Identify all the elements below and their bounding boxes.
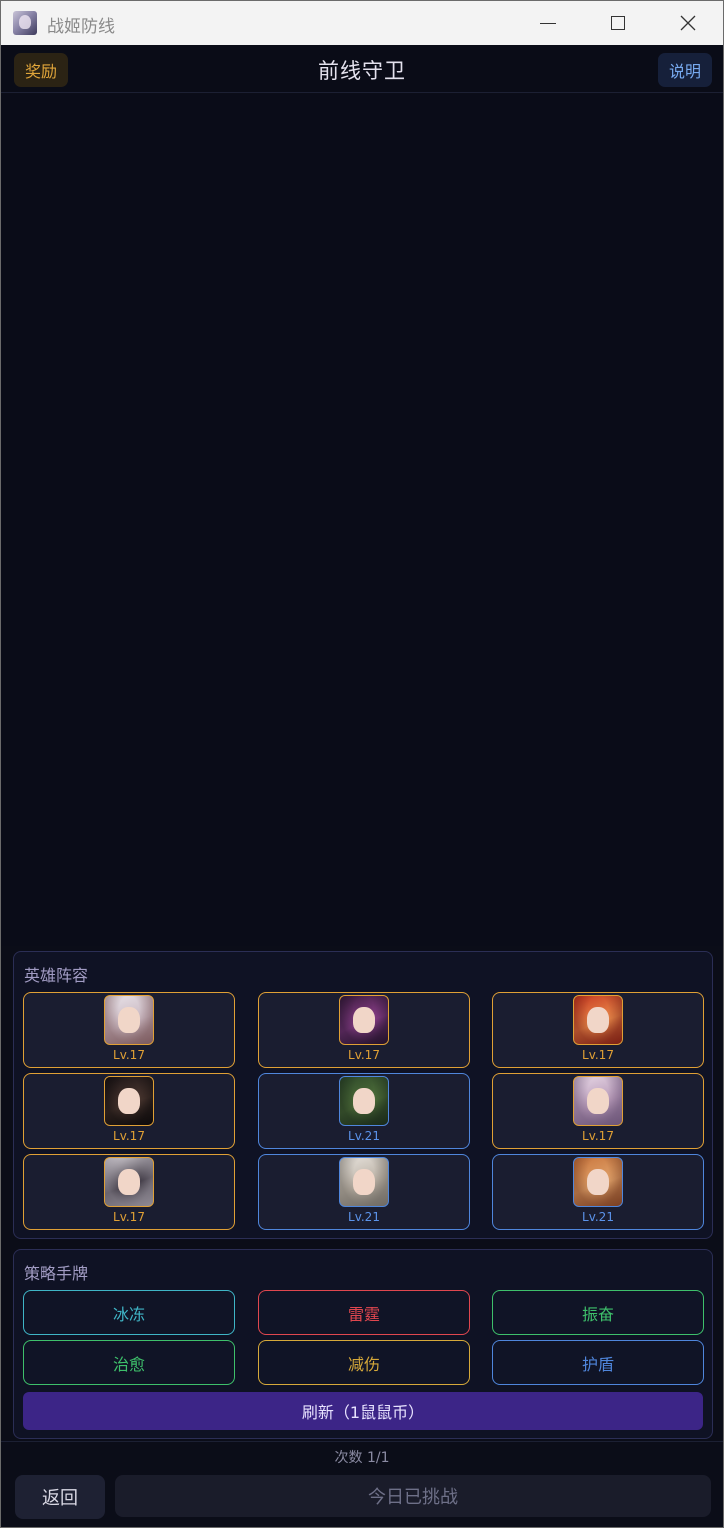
strategy-card[interactable]: 冰冻: [23, 1290, 235, 1335]
minimize-button[interactable]: [513, 1, 583, 45]
hero-slot[interactable]: Lv.21: [258, 1073, 470, 1149]
battlefield-area: [1, 94, 723, 946]
minimize-icon: [540, 22, 556, 24]
hero-slot[interactable]: Lv.17: [492, 992, 704, 1068]
hero-level: Lv.21: [348, 1210, 380, 1224]
app-avatar-icon: [13, 11, 37, 35]
hero-portrait: [339, 1076, 389, 1126]
app-window: 战姬防线 奖励 前线守卫 说明 英雄阵容 Lv.17 Lv.17 Lv.17 Lv.1…: [0, 0, 724, 1528]
refresh-button[interactable]: 刷新（1鼠鼠币）: [23, 1392, 703, 1430]
maximize-button[interactable]: [583, 1, 653, 45]
hero-portrait: [573, 995, 623, 1045]
hero-level: Lv.17: [582, 1048, 614, 1062]
close-icon: [680, 15, 696, 31]
back-button[interactable]: 返回: [15, 1475, 105, 1519]
hero-slot[interactable]: Lv.17: [23, 992, 235, 1068]
strategy-card[interactable]: 雷霆: [258, 1290, 470, 1335]
hero-slot[interactable]: Lv.17: [492, 1073, 704, 1149]
strategy-card[interactable]: 护盾: [492, 1340, 704, 1385]
hero-level: Lv.17: [348, 1048, 380, 1062]
strategy-card[interactable]: 振奋: [492, 1290, 704, 1335]
top-bar: 奖励 前线守卫 说明: [1, 45, 723, 93]
hero-level: Lv.17: [113, 1129, 145, 1143]
close-button[interactable]: [653, 1, 723, 45]
hero-level: Lv.17: [582, 1129, 614, 1143]
hero-portrait: [104, 1157, 154, 1207]
hero-level: Lv.21: [582, 1210, 614, 1224]
help-button[interactable]: 说明: [658, 53, 712, 87]
title-bar: 战姬防线: [1, 1, 723, 45]
hero-portrait: [573, 1157, 623, 1207]
hero-slot[interactable]: Lv.21: [492, 1154, 704, 1230]
hero-slot[interactable]: Lv.17: [258, 992, 470, 1068]
hero-lineup-label: 英雄阵容: [24, 966, 89, 985]
hero-slot[interactable]: Lv.21: [258, 1154, 470, 1230]
hero-slot[interactable]: Lv.17: [23, 1154, 235, 1230]
hero-portrait: [339, 1157, 389, 1207]
footer-divider: [1, 1441, 723, 1442]
strategy-cards-panel: 策略手牌 冰冻 雷霆 振奋治愈 减伤 护盾 刷新（1鼠鼠币）: [13, 1249, 713, 1439]
strategy-card[interactable]: 减伤: [258, 1340, 470, 1385]
attempt-count: 次数 1/1: [334, 1450, 390, 1466]
hero-lineup-panel: 英雄阵容 Lv.17 Lv.17 Lv.17 Lv.17 Lv.21 Lv.17 Lv.17…: [13, 951, 713, 1239]
hero-portrait: [104, 1076, 154, 1126]
strategy-cards-label: 策略手牌: [24, 1264, 89, 1283]
strategy-card[interactable]: 治愈: [23, 1340, 235, 1385]
hero-portrait: [339, 995, 389, 1045]
challenge-button[interactable]: 今日已挑战: [115, 1475, 711, 1517]
hero-level: Lv.17: [113, 1210, 145, 1224]
maximize-icon: [611, 16, 625, 30]
hero-slot[interactable]: Lv.17: [23, 1073, 235, 1149]
hero-portrait: [573, 1076, 623, 1126]
hero-level: Lv.17: [113, 1048, 145, 1062]
hero-level: Lv.21: [348, 1129, 380, 1143]
window-title: 战姬防线: [47, 17, 115, 37]
hero-portrait: [104, 995, 154, 1045]
page-title: 前线守卫: [318, 59, 406, 83]
